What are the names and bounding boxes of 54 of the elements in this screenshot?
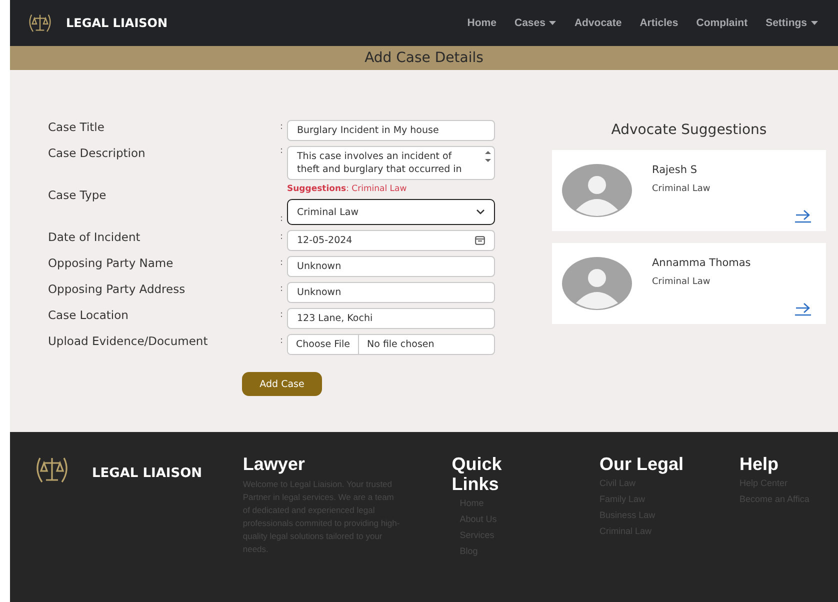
field-label: Opposing Party Address [48, 282, 186, 296]
file-field[interactable]: Choose File No file chosen [287, 334, 495, 355]
chevron-down-icon [476, 209, 485, 215]
advocate-specialty: Criminal Law [652, 184, 710, 194]
view-advocate-link[interactable] [794, 302, 812, 316]
field-label: Case Location [48, 308, 130, 322]
field-label: Opposing Party Name [48, 256, 174, 270]
page-title: Add Case Details [364, 50, 484, 66]
colon-text: : [280, 257, 284, 268]
description-field[interactable]: This case involves an incident of theft and burglary that occurred in [287, 146, 495, 180]
avatar-icon [562, 164, 632, 217]
nav-link[interactable]: Settings [766, 17, 818, 29]
text-field[interactable]: 123 Lane, Kochi [287, 308, 495, 329]
colon-text: : [280, 309, 284, 320]
arrow-right-icon [794, 209, 812, 223]
nav-link[interactable]: Complaint [696, 17, 748, 29]
arrow-right-icon [794, 302, 812, 316]
calendar-icon [475, 236, 485, 245]
nav-link[interactable]: Home [467, 17, 496, 29]
section-title: Advocate Suggestions [610, 122, 768, 138]
text-field[interactable]: Unknown [287, 282, 495, 303]
scroll-arrows-icon [485, 150, 491, 164]
colon-text: : [280, 283, 284, 294]
avatar-icon [562, 257, 632, 310]
field-label: Case Type [48, 187, 108, 202]
footer-heading: Quick Links [452, 454, 503, 494]
advocate-specialty: Criminal Law [652, 277, 712, 287]
add-case-button[interactable]: Add Case [242, 372, 322, 396]
suggestion-text: Suggestions: Criminal Law [287, 184, 408, 196]
colon-text: : [280, 231, 284, 242]
footer-heading: Help [739, 454, 780, 474]
colon-text: : [280, 335, 284, 346]
colon-text: : [280, 146, 284, 156]
nav-link[interactable]: Articles [640, 17, 678, 29]
date-field[interactable]: 12-05-2024 [287, 230, 495, 251]
field-label: Date of Incident [48, 230, 142, 244]
nav-link[interactable]: Cases [514, 17, 556, 29]
choose-file-button[interactable]: Choose File [288, 335, 359, 354]
field-label: Case Title [48, 120, 106, 134]
footer-heading: Our Legal [600, 454, 685, 474]
case-type-select[interactable]: Criminal Law [287, 199, 495, 225]
text-field[interactable]: Burglary Incident in My house [287, 120, 495, 141]
colon-text: : [280, 213, 284, 224]
footer-heading: Lawyer [242, 454, 306, 474]
view-advocate-link[interactable] [794, 209, 812, 223]
footer-brand-name: LEGAL LIAISON [92, 465, 202, 481]
colon-text: : [280, 121, 284, 132]
field-label: Case Description [48, 146, 146, 160]
nav-link[interactable]: Advocate [574, 17, 622, 29]
text-field[interactable]: Unknown [287, 256, 495, 277]
advocate-name: Annamma Thomas [652, 257, 751, 269]
field-label: Upload Evidence/Document [48, 334, 209, 348]
advocate-name: Rajesh S [652, 164, 698, 176]
brand-name[interactable]: LEGAL LIAISON [66, 16, 168, 30]
